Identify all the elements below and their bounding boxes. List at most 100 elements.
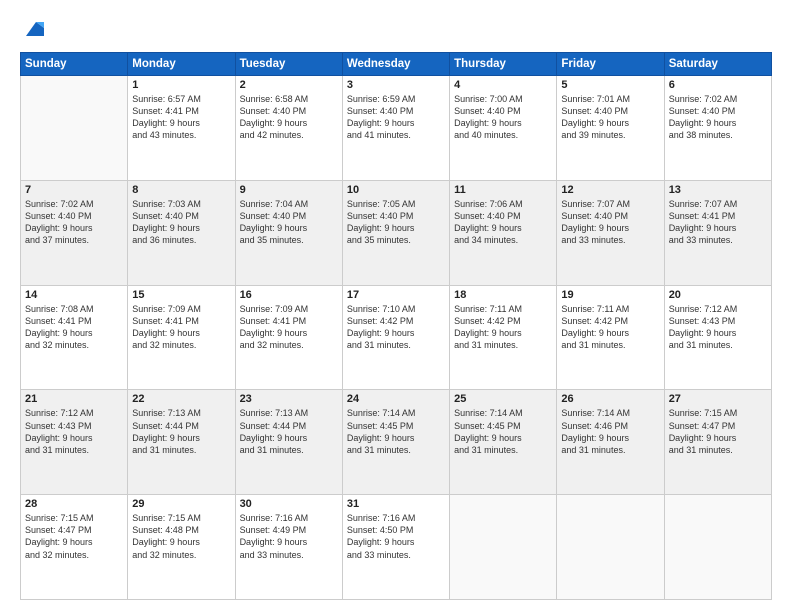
calendar-cell: 19Sunrise: 7:11 AM Sunset: 4:42 PM Dayli… (557, 285, 664, 390)
day-number: 22 (132, 393, 230, 405)
calendar-header-friday: Friday (557, 53, 664, 76)
calendar-cell: 27 Sunrise: 7:15 AM Sunset: 4:47 PM Dayli… (664, 390, 771, 495)
calendar-header-tuesday: Tuesday (235, 53, 342, 76)
day-number: 8 (132, 184, 230, 196)
calendar-week-2: 7 Sunrise: 7:02 AM Sunset: 4:40 PM Daylig… (21, 180, 772, 285)
day-number: 6 (669, 79, 767, 91)
calendar-cell: 13 Sunrise: 7:07 AM Sunset: 4:41 PM Dayli… (664, 180, 771, 285)
day-number: 11 (454, 184, 552, 196)
day-info: Sunrise: 7:04 AM Sunset: 4:40 PM Dayligh… (240, 198, 338, 247)
day-number: 1 (132, 79, 230, 91)
calendar-cell (557, 495, 664, 600)
calendar-cell: 14Sunrise: 7:08 AM Sunset: 4:41 PM Dayli… (21, 285, 128, 390)
calendar-week-3: 14Sunrise: 7:08 AM Sunset: 4:41 PM Dayli… (21, 285, 772, 390)
calendar-cell: 10Sunrise: 7:05 AM Sunset: 4:40 PM Dayli… (342, 180, 449, 285)
day-number: 15 (132, 289, 230, 301)
header (20, 18, 772, 42)
day-number: 13 (669, 184, 767, 196)
calendar-cell: 16 Sunrise: 7:09 AM Sunset: 4:41 PM Dayli… (235, 285, 342, 390)
day-number: 24 (347, 393, 445, 405)
day-number: 23 (240, 393, 338, 405)
day-number: 16 (240, 289, 338, 301)
day-number: 31 (347, 498, 445, 510)
calendar-header-sunday: Sunday (21, 53, 128, 76)
calendar-cell: 22 Sunrise: 7:13 AM Sunset: 4:44 PM Dayli… (128, 390, 235, 495)
day-info: Sunrise: 7:15 AM Sunset: 4:47 PM Dayligh… (669, 407, 767, 456)
calendar-cell: 24 Sunrise: 7:14 AM Sunset: 4:45 PM Dayli… (342, 390, 449, 495)
day-number: 21 (25, 393, 123, 405)
day-info: Sunrise: 7:09 AM Sunset: 4:41 PM Dayligh… (132, 303, 230, 352)
day-number: 5 (561, 79, 659, 91)
logo-icon (22, 18, 44, 40)
calendar-cell: 26 Sunrise: 7:14 AM Sunset: 4:46 PM Dayli… (557, 390, 664, 495)
calendar-cell: 7 Sunrise: 7:02 AM Sunset: 4:40 PM Daylig… (21, 180, 128, 285)
day-number: 3 (347, 79, 445, 91)
calendar-cell (21, 76, 128, 181)
day-number: 28 (25, 498, 123, 510)
calendar-header-saturday: Saturday (664, 53, 771, 76)
calendar-cell: 23Sunrise: 7:13 AM Sunset: 4:44 PM Dayli… (235, 390, 342, 495)
calendar-cell: 2 Sunrise: 6:58 AM Sunset: 4:40 PM Daylig… (235, 76, 342, 181)
calendar-cell: 18Sunrise: 7:11 AM Sunset: 4:42 PM Dayli… (450, 285, 557, 390)
calendar-cell: 12 Sunrise: 7:07 AM Sunset: 4:40 PM Dayli… (557, 180, 664, 285)
day-number: 20 (669, 289, 767, 301)
calendar-cell: 29Sunrise: 7:15 AM Sunset: 4:48 PM Dayli… (128, 495, 235, 600)
calendar-cell: 11 Sunrise: 7:06 AM Sunset: 4:40 PM Dayli… (450, 180, 557, 285)
day-info: Sunrise: 7:14 AM Sunset: 4:45 PM Dayligh… (347, 407, 445, 456)
calendar-cell: 9 Sunrise: 7:04 AM Sunset: 4:40 PM Daylig… (235, 180, 342, 285)
day-number: 2 (240, 79, 338, 91)
day-info: Sunrise: 7:02 AM Sunset: 4:40 PM Dayligh… (669, 93, 767, 142)
day-number: 26 (561, 393, 659, 405)
day-info: Sunrise: 6:57 AM Sunset: 4:41 PM Dayligh… (132, 93, 230, 142)
calendar-cell: 30 Sunrise: 7:16 AM Sunset: 4:49 PM Dayli… (235, 495, 342, 600)
day-number: 18 (454, 289, 552, 301)
day-number: 4 (454, 79, 552, 91)
day-number: 30 (240, 498, 338, 510)
calendar-table: SundayMondayTuesdayWednesdayThursdayFrid… (20, 52, 772, 600)
day-info: Sunrise: 7:14 AM Sunset: 4:46 PM Dayligh… (561, 407, 659, 456)
calendar-cell: 31 Sunrise: 7:16 AM Sunset: 4:50 PM Dayli… (342, 495, 449, 600)
day-number: 7 (25, 184, 123, 196)
day-info: Sunrise: 7:09 AM Sunset: 4:41 PM Dayligh… (240, 303, 338, 352)
calendar-cell: 17Sunrise: 7:10 AM Sunset: 4:42 PM Dayli… (342, 285, 449, 390)
calendar-cell: 20Sunrise: 7:12 AM Sunset: 4:43 PM Dayli… (664, 285, 771, 390)
day-number: 17 (347, 289, 445, 301)
day-number: 25 (454, 393, 552, 405)
day-info: Sunrise: 7:14 AM Sunset: 4:45 PM Dayligh… (454, 407, 552, 456)
day-number: 12 (561, 184, 659, 196)
day-info: Sunrise: 7:07 AM Sunset: 4:41 PM Dayligh… (669, 198, 767, 247)
calendar-week-1: 1 Sunrise: 6:57 AM Sunset: 4:41 PM Daylig… (21, 76, 772, 181)
day-number: 10 (347, 184, 445, 196)
calendar-header-thursday: Thursday (450, 53, 557, 76)
day-info: Sunrise: 7:16 AM Sunset: 4:49 PM Dayligh… (240, 512, 338, 561)
day-info: Sunrise: 7:06 AM Sunset: 4:40 PM Dayligh… (454, 198, 552, 247)
calendar-cell: 28 Sunrise: 7:15 AM Sunset: 4:47 PM Dayli… (21, 495, 128, 600)
calendar-cell: 6 Sunrise: 7:02 AM Sunset: 4:40 PM Daylig… (664, 76, 771, 181)
day-number: 29 (132, 498, 230, 510)
day-info: Sunrise: 7:03 AM Sunset: 4:40 PM Dayligh… (132, 198, 230, 247)
calendar-cell: 15 Sunrise: 7:09 AM Sunset: 4:41 PM Dayli… (128, 285, 235, 390)
calendar-header-row: SundayMondayTuesdayWednesdayThursdayFrid… (21, 53, 772, 76)
calendar-header-wednesday: Wednesday (342, 53, 449, 76)
day-info: Sunrise: 6:58 AM Sunset: 4:40 PM Dayligh… (240, 93, 338, 142)
calendar-week-4: 21Sunrise: 7:12 AM Sunset: 4:43 PM Dayli… (21, 390, 772, 495)
calendar-cell: 21Sunrise: 7:12 AM Sunset: 4:43 PM Dayli… (21, 390, 128, 495)
day-info: Sunrise: 7:07 AM Sunset: 4:40 PM Dayligh… (561, 198, 659, 247)
day-info: Sunrise: 7:01 AM Sunset: 4:40 PM Dayligh… (561, 93, 659, 142)
day-info: Sunrise: 6:59 AM Sunset: 4:40 PM Dayligh… (347, 93, 445, 142)
calendar-cell: 1 Sunrise: 6:57 AM Sunset: 4:41 PM Daylig… (128, 76, 235, 181)
day-info: Sunrise: 7:13 AM Sunset: 4:44 PM Dayligh… (132, 407, 230, 456)
day-number: 27 (669, 393, 767, 405)
day-info: Sunrise: 7:08 AM Sunset: 4:41 PM Dayligh… (25, 303, 123, 352)
page: SundayMondayTuesdayWednesdayThursdayFrid… (0, 0, 792, 612)
calendar-cell: 5 Sunrise: 7:01 AM Sunset: 4:40 PM Daylig… (557, 76, 664, 181)
calendar-week-5: 28 Sunrise: 7:15 AM Sunset: 4:47 PM Dayli… (21, 495, 772, 600)
day-info: Sunrise: 7:16 AM Sunset: 4:50 PM Dayligh… (347, 512, 445, 561)
day-info: Sunrise: 7:15 AM Sunset: 4:47 PM Dayligh… (25, 512, 123, 561)
calendar-cell: 4Sunrise: 7:00 AM Sunset: 4:40 PM Daylig… (450, 76, 557, 181)
calendar-header-monday: Monday (128, 53, 235, 76)
day-info: Sunrise: 7:02 AM Sunset: 4:40 PM Dayligh… (25, 198, 123, 247)
calendar-cell: 25 Sunrise: 7:14 AM Sunset: 4:45 PM Dayli… (450, 390, 557, 495)
day-number: 9 (240, 184, 338, 196)
calendar-cell: 3 Sunrise: 6:59 AM Sunset: 4:40 PM Daylig… (342, 76, 449, 181)
